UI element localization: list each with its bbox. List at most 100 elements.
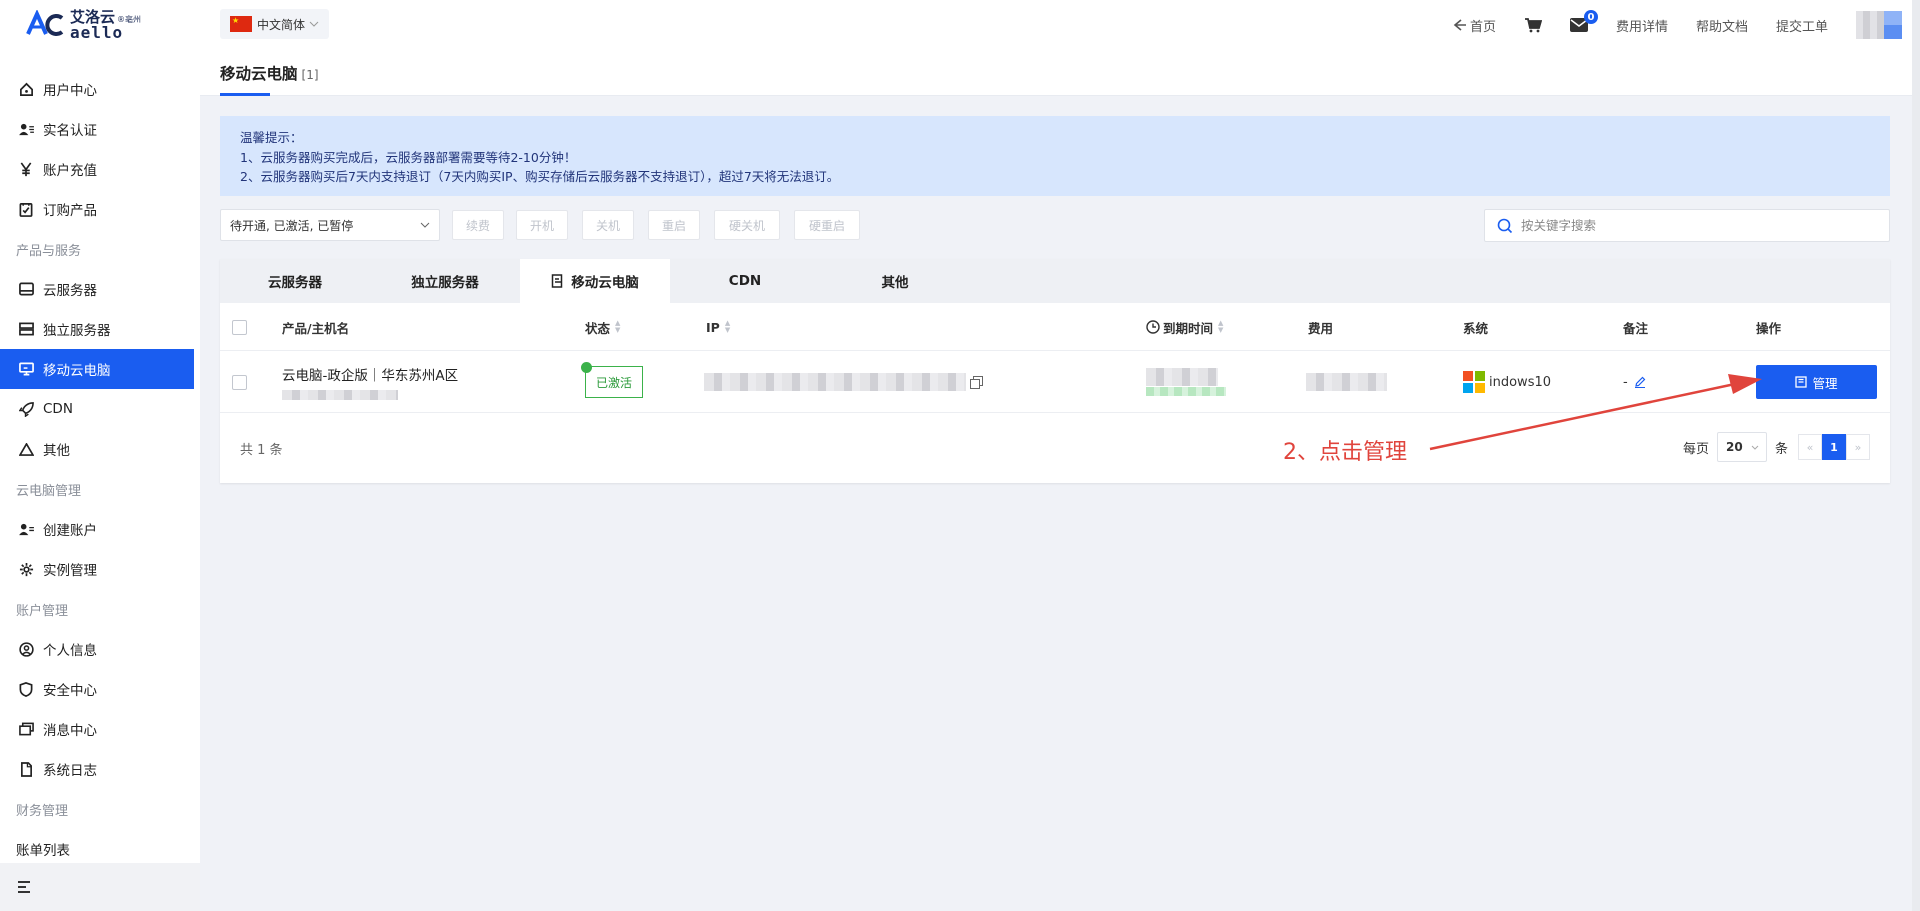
manage-button-label: 管理 <box>1812 375 1838 391</box>
sidebar-item-label: 安全中心 <box>43 683 97 699</box>
os-name: indows10 <box>1489 374 1552 390</box>
cost-cell <box>1306 351 1387 413</box>
tab-dedicated-server[interactable]: 独立服务器 <box>370 259 520 303</box>
brand-logo[interactable]: 艾洛云 ®亳州 aello <box>26 8 141 42</box>
status-text: 已激活 <box>595 375 632 390</box>
sidebar-item-shield[interactable]: 安全中心 <box>0 669 194 709</box>
manage-icon <box>1795 376 1808 388</box>
table-row: 云电脑-政企版｜华东苏州A区 已激活 indows10 - 管理 <box>220 351 1890 413</box>
cost-redacted <box>1306 373 1387 391</box>
select-all-checkbox[interactable] <box>232 319 247 335</box>
help-docs-link[interactable]: 帮助文档 <box>1696 16 1748 35</box>
sidebar-item-label: 创建账户 <box>43 523 97 539</box>
home-arrow-icon <box>1453 19 1466 31</box>
col-status[interactable]: 状态 ▲ ▼ <box>585 303 620 351</box>
ip-redacted <box>704 373 966 391</box>
search-input[interactable] <box>1521 218 1861 233</box>
sidebar-item-server[interactable]: 云服务器 <box>0 269 194 309</box>
status-filter-value: 待开通, 已激活, 已暂停 <box>230 218 354 233</box>
product-name[interactable]: 云电脑-政企版｜华东苏州A区 <box>282 364 458 384</box>
sidebar-item-home[interactable]: 用户中心 <box>0 69 194 109</box>
page-1-button[interactable]: 1 <box>1822 434 1846 460</box>
sidebar-group-label: 财务管理 <box>16 803 69 819</box>
language-selector[interactable]: ★ 中文简体 <box>220 9 330 39</box>
sidebar-item-label: 其他 <box>43 443 70 459</box>
sidebar-item-label: 独立服务器 <box>43 323 111 339</box>
col-note: 备注 <box>1623 320 1649 336</box>
table-header: 产品/主机名 状态 ▲ ▼ IP ▲ ▼ 到期时间 ▲ ▼ 费用 系统 备注 操作 <box>220 303 1890 351</box>
note-cell: - <box>1623 351 1646 413</box>
collapse-sidebar-button[interactable] <box>0 863 200 911</box>
triangle-icon <box>17 440 35 458</box>
renew-button[interactable]: 续费 <box>452 210 504 240</box>
sidebar-item-id-card[interactable]: 实名认证 <box>0 109 194 149</box>
col-expiry[interactable]: 到期时间 ▲ ▼ <box>1146 303 1223 351</box>
sidebar-item-user-circle[interactable]: 个人信息 <box>0 629 194 669</box>
sidebar-item-yen[interactable]: 账户充值 <box>0 149 194 189</box>
status-badge: 已激活 <box>581 362 643 398</box>
sidebar-item-label: 消息中心 <box>43 723 97 739</box>
tab-other[interactable]: 其他 <box>820 259 970 303</box>
power-on-button[interactable]: 开机 <box>516 210 568 240</box>
row-checkbox-cell <box>232 351 247 413</box>
page-scrollbar[interactable] <box>1912 0 1920 911</box>
home-icon <box>17 80 35 98</box>
os-cell: indows10 <box>1463 351 1551 413</box>
home-label: 首页 <box>1469 19 1496 35</box>
sidebar-item-label: 实例管理 <box>43 563 97 579</box>
sidebar-item-rack-server[interactable]: 独立服务器 <box>0 309 194 349</box>
col-expiry-label: 到期时间 <box>1163 320 1214 336</box>
notice-line-1: 1、云服务器购买完成后，云服务器部署需要等待2-10分钟！ <box>240 149 577 165</box>
col-ip[interactable]: IP ▲ ▼ <box>706 303 730 351</box>
gear-icon <box>17 560 35 578</box>
notice-line-2: 2、云服务器购买后7天内支持退订（7天内购买IP、购买存储后云服务器不支持退订）… <box>240 169 840 184</box>
prev-page-button[interactable]: « <box>1798 434 1822 460</box>
tab-mobile-cloud-pc[interactable]: 移动云电脑 <box>520 259 670 303</box>
sidebar-item-triangle[interactable]: 其他 <box>0 429 194 469</box>
tab-label: CDN <box>728 273 762 289</box>
action-cell: 管理 <box>1756 351 1877 413</box>
product-tabs: 云服务器 独立服务器 移动云电脑 CDN 其他 <box>220 259 1890 303</box>
submit-ticket-link[interactable]: 提交工单 <box>1776 16 1828 35</box>
hard-shutdown-button[interactable]: 硬关机 <box>714 210 780 240</box>
tab-cdn[interactable]: CDN <box>670 259 820 303</box>
copy-icon[interactable] <box>970 375 983 389</box>
billing-details-link[interactable]: 费用详情 <box>1616 16 1668 35</box>
sidebar-item-user-add[interactable]: 创建账户 <box>0 509 194 549</box>
sidebar-item-order[interactable]: 订购产品 <box>0 189 194 229</box>
ip-cell <box>704 351 983 413</box>
col-product: 产品/主机名 <box>282 320 350 336</box>
next-page-button[interactable]: » <box>1846 434 1870 460</box>
cart-button[interactable] <box>1524 17 1542 33</box>
page-size-select[interactable]: 20 <box>1716 432 1767 462</box>
edit-icon[interactable] <box>1634 376 1646 388</box>
col-action: 操作 <box>1756 320 1782 336</box>
select-all-checkbox-cell <box>232 303 247 351</box>
sidebar: 艾洛云 ®亳州 aello 用户中心 实名认证 账户充值 订购产品 产品与服务 云服务器 独立… <box>0 0 200 911</box>
tab-label: 移动云电脑 <box>571 275 639 291</box>
sort-icon: ▲ ▼ <box>1218 319 1224 334</box>
menu-collapse-icon <box>18 881 30 893</box>
row-checkbox[interactable] <box>232 374 247 390</box>
messages-button[interactable]: 0 <box>1569 10 1598 32</box>
sidebar-item-label: 账户充值 <box>43 163 97 179</box>
sidebar-item-file[interactable]: 系统日志 <box>0 749 194 789</box>
message-icon <box>17 720 35 738</box>
power-off-button[interactable]: 关机 <box>582 210 634 240</box>
logo-mark-icon <box>26 9 66 40</box>
manage-button[interactable]: 管理 <box>1756 365 1877 399</box>
note-value: - <box>1623 374 1628 390</box>
sidebar-item-message[interactable]: 消息中心 <box>0 709 194 749</box>
logo-en: aello <box>70 22 124 42</box>
sidebar-item-gear[interactable]: 实例管理 <box>0 549 194 589</box>
per-page-unit: 条 <box>1774 441 1788 457</box>
col-ip-label: IP <box>706 319 720 335</box>
restart-button[interactable]: 重启 <box>648 210 700 240</box>
sidebar-item-monitor[interactable]: 移动云电脑 <box>0 349 194 389</box>
tab-cloud-server[interactable]: 云服务器 <box>220 259 370 303</box>
user-avatar[interactable] <box>1856 11 1902 39</box>
hard-restart-button[interactable]: 硬重启 <box>794 210 860 240</box>
status-filter-select[interactable]: 待开通, 已激活, 已暂停 <box>220 209 440 241</box>
sidebar-item-rocket[interactable]: CDN <box>0 389 194 429</box>
home-link[interactable]: 首页 <box>1453 16 1496 35</box>
